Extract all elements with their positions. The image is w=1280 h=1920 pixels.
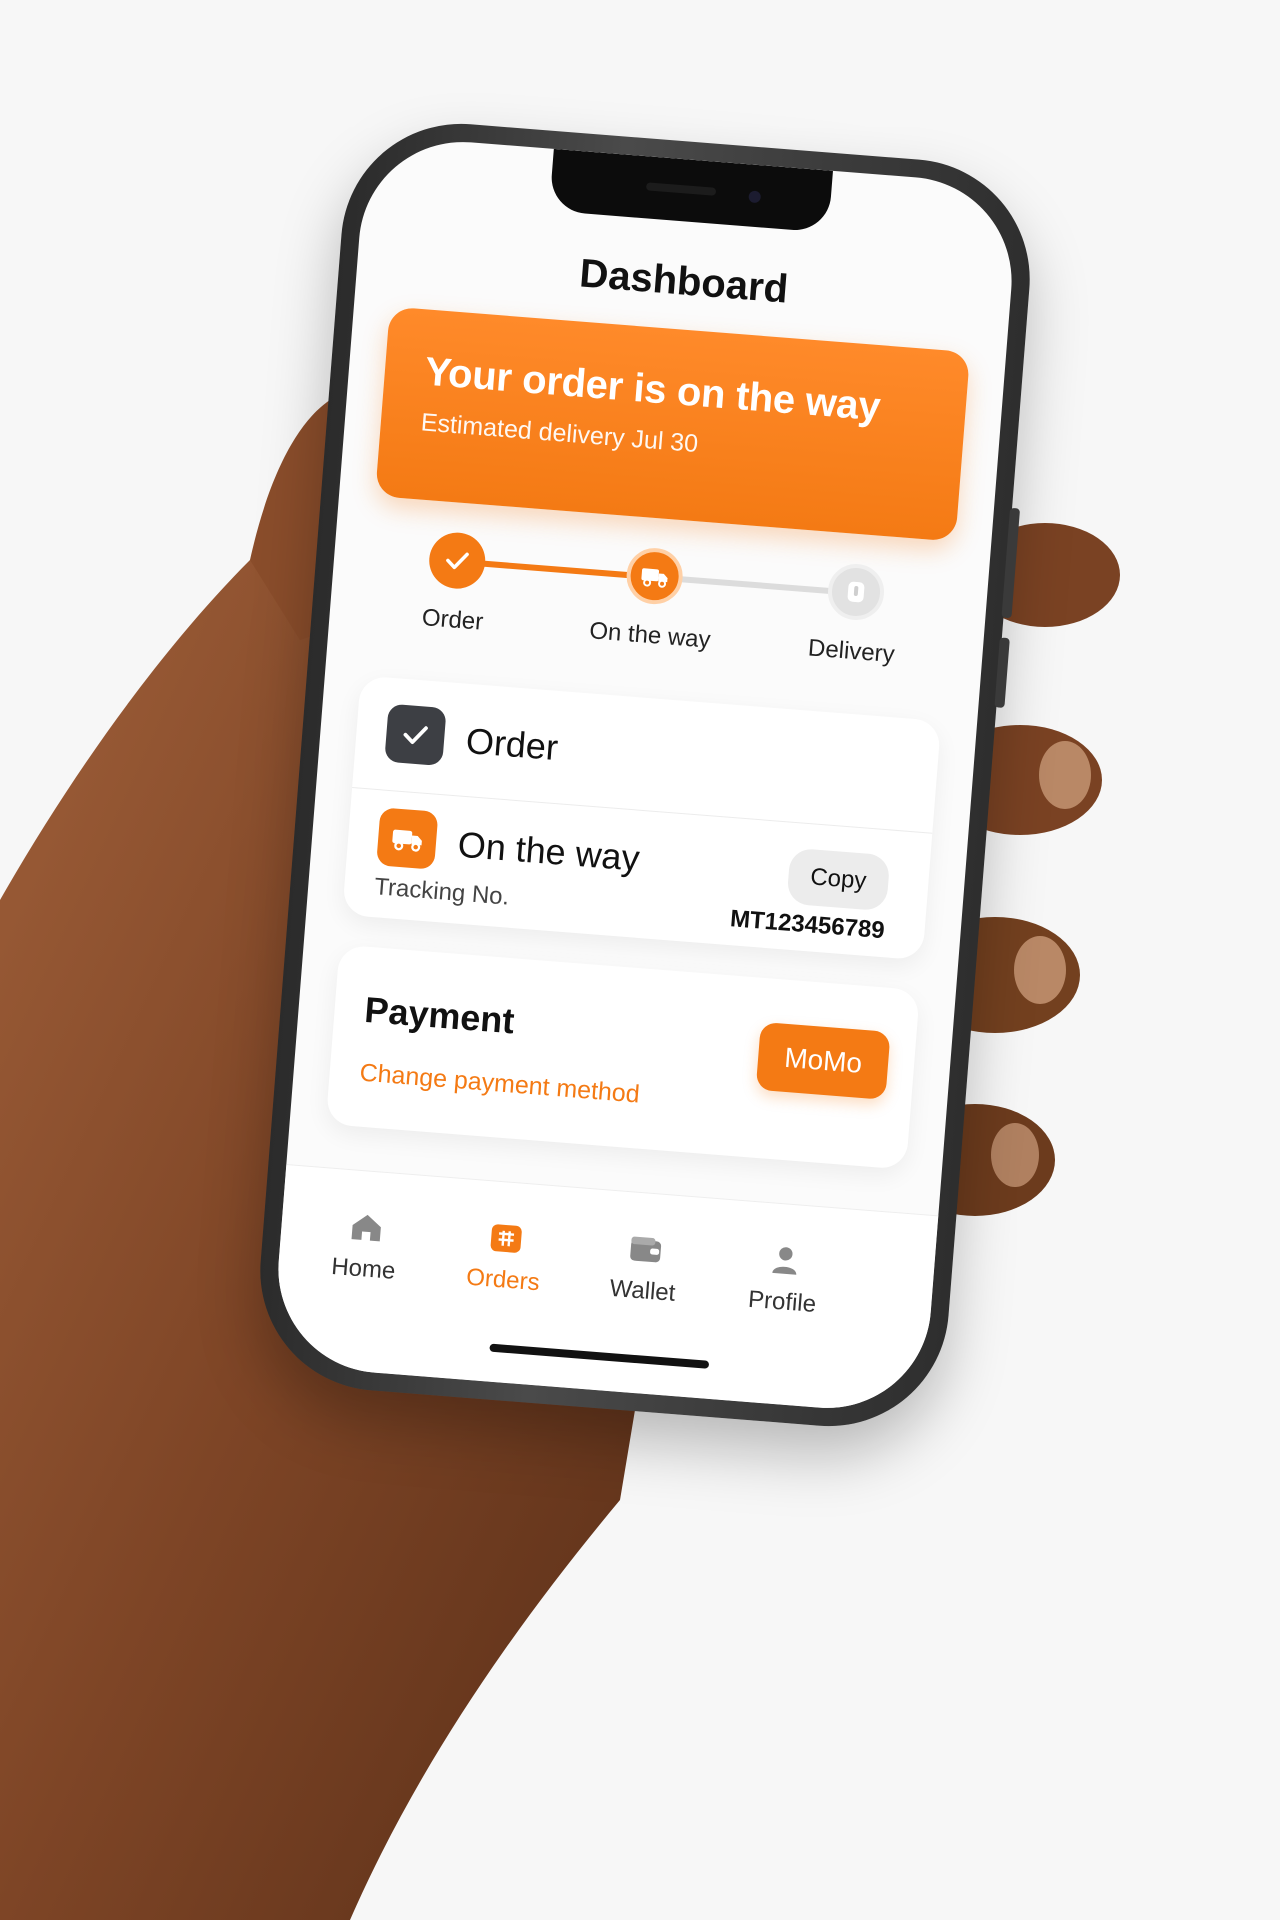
order-status-banner[interactable]: Your order is on the way Estimated deliv… <box>375 306 971 542</box>
step-label: On the way <box>588 617 712 654</box>
step-order: Order <box>377 527 535 640</box>
speaker <box>645 182 717 196</box>
order-status-icon <box>384 703 447 767</box>
tracking-label: Tracking No. <box>373 873 511 911</box>
tab-label: Orders <box>465 1263 541 1297</box>
momo-payment-button[interactable]: MoMo <box>755 1021 891 1100</box>
tab-wallet[interactable]: Wallet <box>577 1224 713 1310</box>
payment-card: Payment Change payment method MoMo <box>325 944 920 1170</box>
package-icon <box>847 581 865 603</box>
step-on-the-way: On the way <box>574 542 732 655</box>
home-indicator[interactable] <box>489 1343 710 1369</box>
profile-icon <box>772 1247 797 1275</box>
tab-label: Wallet <box>608 1274 677 1307</box>
step-done-dot <box>427 530 488 591</box>
wallet-icon <box>630 1236 662 1263</box>
orders-icon <box>490 1224 522 1253</box>
truck-icon <box>392 829 422 852</box>
step-label: Order <box>420 604 485 636</box>
step-pending-dot <box>825 561 887 623</box>
check-icon <box>403 726 428 745</box>
tab-label: Profile <box>747 1285 818 1319</box>
tab-label: Home <box>330 1252 397 1285</box>
truck-icon <box>641 568 668 588</box>
tracking-number: MT123456789 <box>729 905 886 945</box>
card-divider <box>352 787 933 834</box>
tab-orders[interactable]: Orders <box>437 1214 573 1300</box>
home-icon <box>351 1214 381 1242</box>
phone-device: Dashboard Your order is on the way Estim… <box>251 114 1039 1436</box>
camera <box>748 190 762 204</box>
on-the-way-label: On the way <box>456 823 642 879</box>
step-active-dot <box>624 546 685 607</box>
order-row-label: Order <box>464 719 560 769</box>
change-payment-link[interactable]: Change payment method <box>359 1059 641 1110</box>
step-label: Delivery <box>807 634 896 669</box>
order-tracking-card: Order On the way Copy Tracking No. MT123… <box>342 675 942 961</box>
step-delivery: Delivery <box>775 558 933 671</box>
payment-title: Payment <box>363 988 516 1042</box>
tab-profile[interactable]: Profile <box>716 1235 852 1321</box>
order-progress-stepper: Order On the way Delivery <box>368 526 949 681</box>
copy-tracking-button[interactable]: Copy <box>786 847 891 912</box>
on-the-way-icon <box>376 807 439 870</box>
check-icon <box>446 552 469 570</box>
phone-screen: Dashboard Your order is on the way Estim… <box>270 134 1020 1416</box>
tab-home[interactable]: Home <box>297 1203 433 1289</box>
